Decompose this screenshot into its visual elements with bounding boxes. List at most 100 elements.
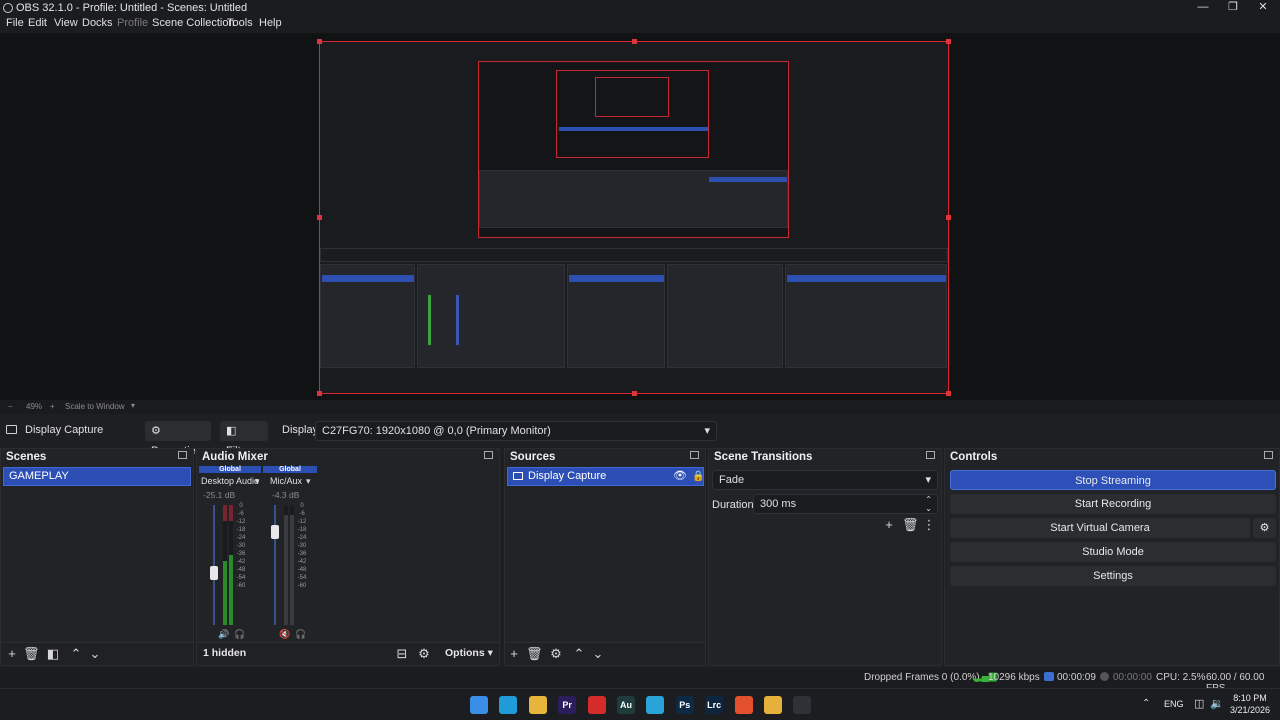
advanced-audio-icon[interactable]: ⚙ [417,647,431,661]
transform-handle-r[interactable] [946,215,951,220]
volume-slider-track[interactable] [274,505,276,625]
close-button[interactable]: ✕ [1248,0,1278,15]
filters-icon: ◧ [226,425,237,437]
add-transition-icon[interactable]: + [882,518,896,532]
start-virtual-camera-button[interactable]: Start Virtual Camera [950,518,1250,538]
start-recording-button[interactable]: Start Recording [950,494,1276,514]
properties-button[interactable]: ⚙ Properties [145,421,211,457]
premiere-icon[interactable]: Pr [558,696,577,714]
chevron-down-icon[interactable]: ▾ [255,476,260,487]
menu-edit[interactable]: Edit [28,17,47,29]
transition-select-value: Fade [719,474,745,486]
opera-icon[interactable] [587,696,606,714]
photoshop-icon[interactable]: Ps [675,696,694,714]
stop-streaming-button[interactable]: Stop Streaming [950,470,1276,490]
mixer-options-button[interactable]: Options ▾ [445,647,493,659]
transition-select[interactable]: Fade ▾ [712,470,938,490]
virtual-camera-settings-button[interactable]: ⚙ [1253,518,1276,538]
menu-docks[interactable]: Docks [82,17,113,29]
headphones-icon[interactable]: 🎧 [295,629,306,640]
menu-tools[interactable]: Tools [227,17,253,29]
trash-icon[interactable]: 🗑 [902,518,919,532]
record-time: 00:00:00 [1113,672,1152,683]
channel-name[interactable]: Mic/Aux [270,476,302,486]
trash-icon[interactable]: 🗑 [23,647,40,661]
explorer-icon[interactable] [528,696,547,714]
hidden-count[interactable]: 1 hidden [203,647,246,659]
chevron-up-icon[interactable]: ⌃ [1142,698,1150,709]
speaker-icon[interactable]: 🔊 [218,629,229,640]
pen-tool-icon[interactable] [764,696,782,714]
move-down-icon[interactable]: ⌄ [88,647,102,661]
menu-view[interactable]: View [54,17,78,29]
duration-value: 300 ms [760,498,797,510]
volume-slider-track[interactable] [213,505,215,625]
add-icon[interactable]: + [5,647,19,661]
volume-slider-handle[interactable] [210,566,218,580]
undock-icon[interactable] [178,451,187,459]
transform-handle-l[interactable] [317,215,322,220]
headphones-icon[interactable]: 🎧 [234,629,245,640]
maximize-button[interactable]: ❐ [1218,0,1248,15]
undock-icon[interactable] [1264,451,1273,459]
obs-icon[interactable] [793,696,812,714]
source-item[interactable]: Display Capture 👁 🔒 [507,467,704,486]
add-icon[interactable]: + [507,647,521,661]
edge-icon[interactable] [499,696,518,714]
channel-name[interactable]: Desktop Audio [201,476,259,486]
settings-button[interactable]: Settings [950,566,1276,586]
menu-file[interactable]: File [6,17,24,29]
scene-item[interactable]: GAMEPLAY [3,467,191,486]
preview-canvas[interactable] [319,41,949,394]
volume-icon[interactable]: 🔉 [1210,697,1224,710]
start-icon[interactable] [470,696,488,714]
undock-icon[interactable] [690,451,699,459]
telegram-icon[interactable] [646,696,665,714]
network-icon[interactable]: ◫ [1194,697,1204,710]
chevron-down-icon[interactable]: ▾ [131,401,135,410]
nested-scene-item [322,275,414,282]
zoom-out-icon[interactable]: − [8,402,13,411]
move-up-icon[interactable]: ⌃ [69,647,83,661]
chevron-down-icon[interactable]: ▾ [306,476,311,487]
studio-mode-button[interactable]: Studio Mode [950,542,1276,562]
lightroom-icon[interactable]: Lrc [705,696,724,714]
layout-toggle-icon[interactable]: ⊟ [395,647,409,661]
undock-icon[interactable] [484,451,493,459]
menu-help[interactable]: Help [259,17,282,29]
muted-speaker-icon[interactable]: 🔇 [279,629,290,640]
transform-handle-t[interactable] [632,39,637,44]
transform-handle-tl[interactable] [317,39,322,44]
minimize-button[interactable]: — [1188,0,1218,15]
transform-handle-tr[interactable] [946,39,951,44]
language-indicator[interactable]: ENG [1164,699,1184,709]
transform-handle-bl[interactable] [317,391,322,396]
undock-icon[interactable] [926,451,935,459]
brave-icon[interactable] [734,696,753,714]
eye-icon[interactable]: 👁 [673,468,687,485]
trash-icon[interactable]: 🗑 [526,647,543,661]
menu-scene-collection[interactable]: Scene Collection [152,17,235,29]
lock-icon[interactable]: 🔒 [692,468,704,485]
move-up-icon[interactable]: ⌃ [572,647,586,661]
scene-filters-icon[interactable]: ◧ [46,647,60,661]
scale-mode[interactable]: Scale to Window [65,402,125,411]
menu-profile[interactable]: Profile [117,17,148,29]
clock[interactable]: 8:10 PM 3/21/2026 [1230,692,1270,716]
display-select[interactable]: C27FG70: 1920x1080 @ 0,0 (Primary Monito… [315,421,717,441]
move-down-icon[interactable]: ⌄ [591,647,605,661]
zoom-in-icon[interactable]: + [50,402,55,411]
nested-transitions [667,264,783,368]
gear-icon[interactable]: ⚙ [549,647,563,661]
recording-icon [1100,672,1109,681]
duration-input[interactable]: 300 ms ⌃ ⌄ [753,494,938,514]
filters-button[interactable]: ◧ Filters [220,421,268,457]
transform-handle-br[interactable] [946,391,951,396]
cpu-usage: CPU: 2.5% [1156,672,1206,683]
more-options-icon[interactable]: ⋮ [922,518,936,532]
nested-meter-1 [428,295,431,345]
transform-handle-b[interactable] [632,391,637,396]
volume-slider-handle[interactable] [271,525,279,539]
audition-icon[interactable]: Au [617,696,635,714]
decrement-icon[interactable]: ⌄ [925,500,932,518]
